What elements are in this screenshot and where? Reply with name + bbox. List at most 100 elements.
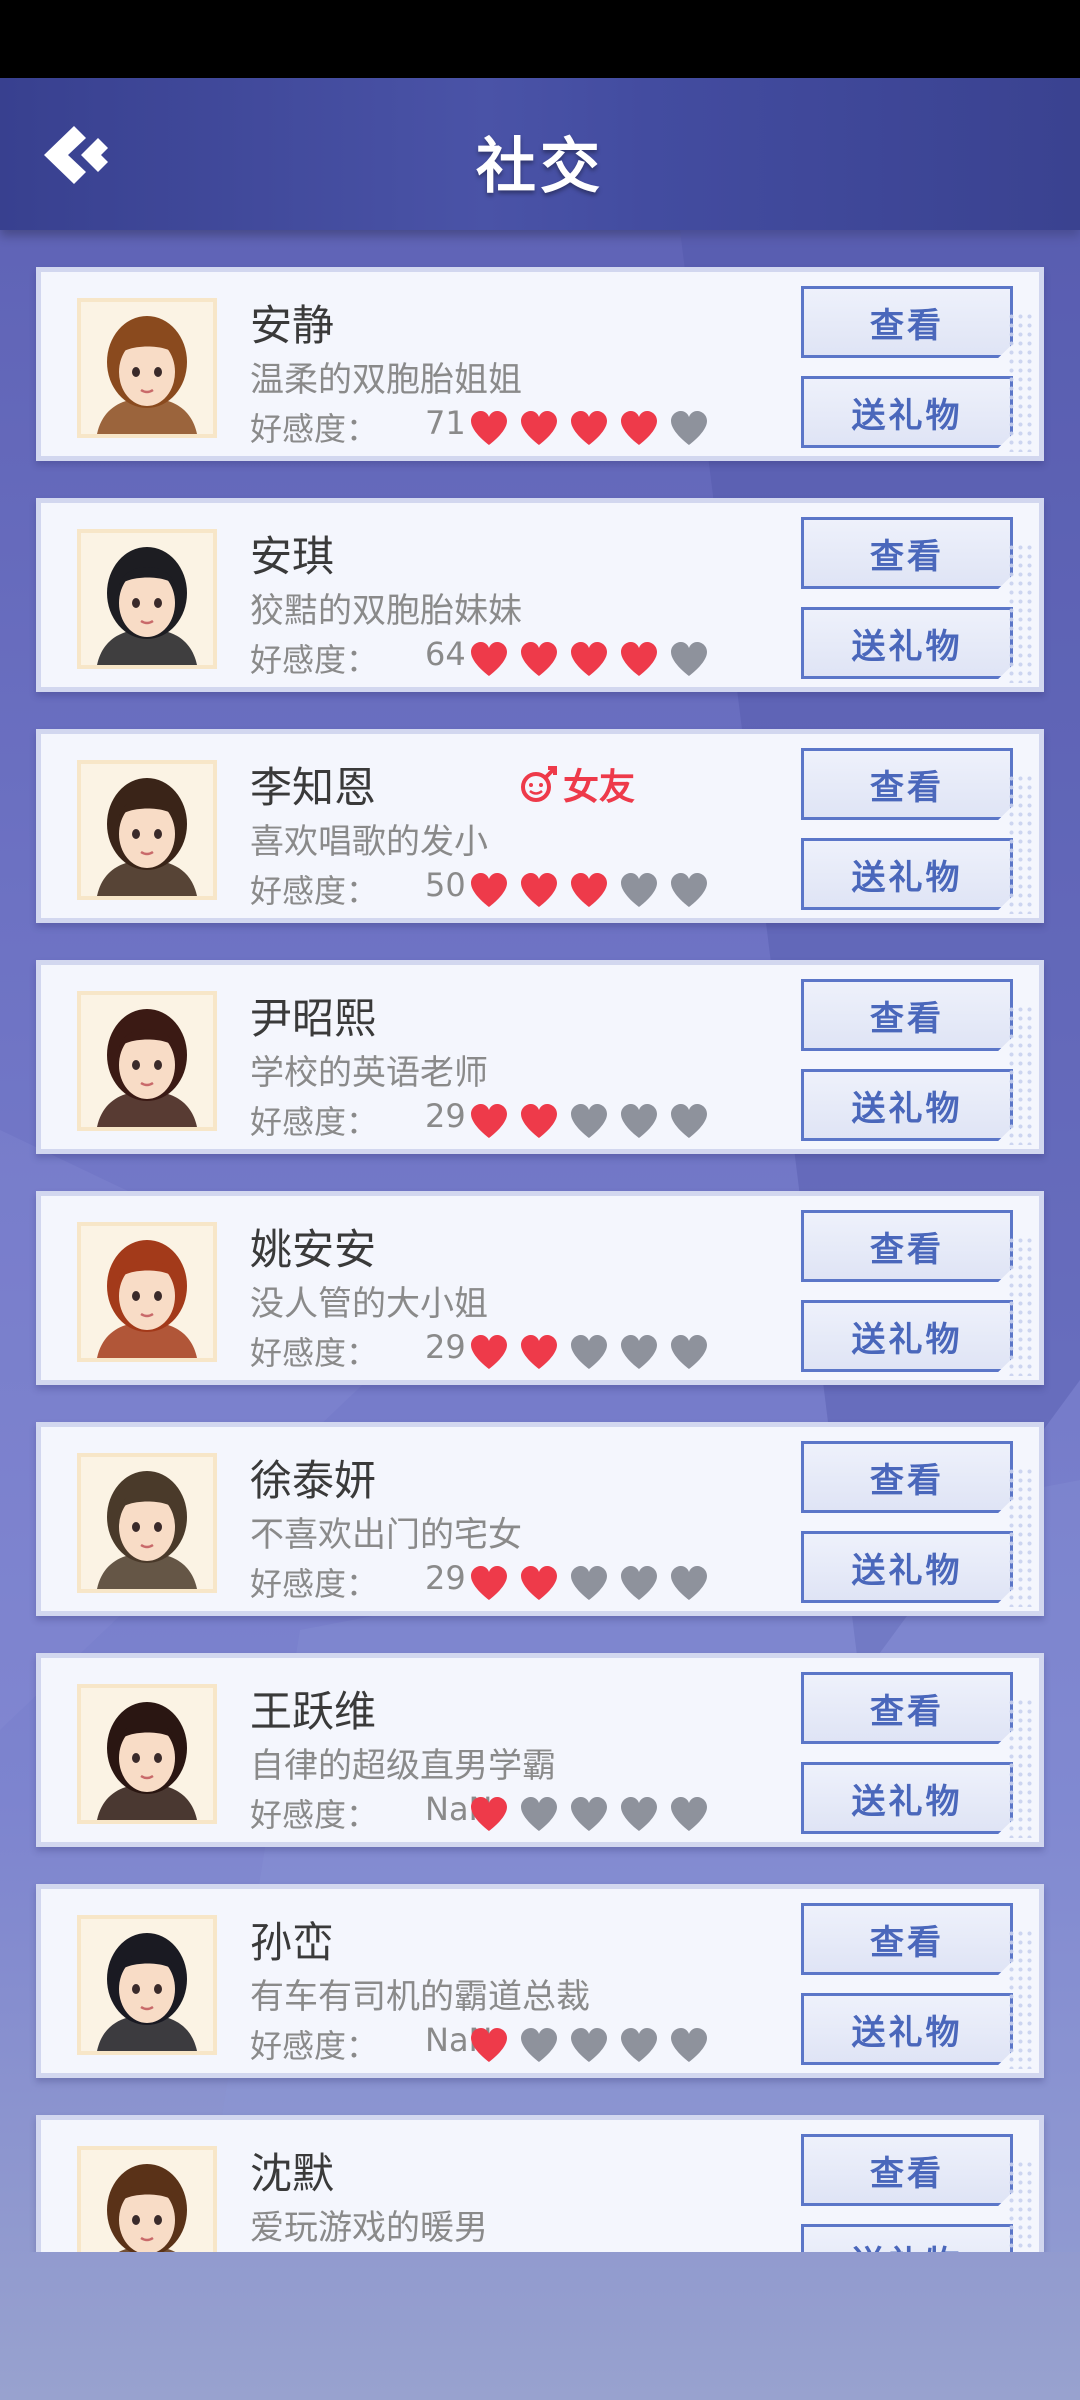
send-gift-button[interactable]: 送礼物 [801, 1762, 1013, 1834]
send-gift-button[interactable]: 送礼物 [801, 2224, 1013, 2252]
contact-name: 安琪 [250, 532, 335, 581]
heart-empty-icon [571, 1566, 607, 1600]
heart-empty-icon [671, 2028, 707, 2062]
heart-empty-icon [571, 1335, 607, 1369]
heart-filled-icon [471, 1566, 507, 1600]
girlfriend-symbol-icon [521, 766, 557, 802]
header-bar: 社交 [0, 78, 1080, 230]
heart-empty-icon [621, 2028, 657, 2062]
send-gift-button[interactable]: 送礼物 [801, 376, 1013, 448]
view-button[interactable]: 查看 [801, 1441, 1013, 1513]
affection-label: 好感度： [250, 410, 379, 448]
contact-card: 尹昭熙学校的英语老师 好感度： 29 查看送礼物 [36, 960, 1044, 1154]
girlfriend-badge: 女友 [519, 760, 635, 808]
contact-description: 学校的英语老师 [250, 1053, 488, 1093]
contact-name: 安静 [250, 301, 335, 350]
heart-filled-icon [621, 642, 657, 676]
avatar-portrait [81, 1688, 213, 1820]
affection-hearts [469, 1334, 739, 1374]
view-button[interactable]: 查看 [801, 517, 1013, 589]
avatar-portrait [81, 1919, 213, 2051]
avatar [77, 1222, 217, 1362]
heart-empty-icon [671, 1335, 707, 1369]
page-title: 社交 [476, 132, 604, 202]
heart-empty-icon [571, 2028, 607, 2062]
avatar-portrait [81, 302, 213, 434]
affection-hearts [469, 641, 739, 681]
contact-name: 孙峦 [250, 1918, 335, 1967]
heart-empty-icon [621, 1335, 657, 1369]
view-button[interactable]: 查看 [801, 1672, 1013, 1744]
affection-hearts [469, 1103, 739, 1143]
heart-filled-icon [521, 1104, 557, 1138]
card-dot-pattern [1007, 1236, 1033, 1376]
avatar [77, 1453, 217, 1593]
send-gift-button[interactable]: 送礼物 [801, 1069, 1013, 1141]
contact-card: 姚安安 没人管的大小姐 好感度： 29 查看 送礼物 [36, 1191, 1044, 1385]
status-bar [0, 0, 1080, 78]
contact-description: 有车有司机的霸道总裁 [250, 1977, 590, 2017]
view-button[interactable]: 查看 [801, 1210, 1013, 1282]
avatar [77, 991, 217, 1131]
contact-description: 不喜欢出门的宅女 [250, 1515, 522, 1555]
affection-hearts [469, 2027, 739, 2067]
avatar-portrait [81, 533, 213, 665]
affection-hearts [469, 1796, 739, 1836]
heart-empty-icon [521, 1797, 557, 1831]
contact-name: 李知恩 [250, 763, 377, 812]
contact-description: 狡黠的双胞胎妹妹 [250, 591, 522, 631]
contact-name: 沈默 [250, 2149, 335, 2198]
card-dot-pattern [1007, 543, 1033, 683]
send-gift-button[interactable]: 送礼物 [801, 838, 1013, 910]
affection-value: 29 [425, 1097, 466, 1135]
card-dot-pattern [1007, 312, 1033, 452]
heart-filled-icon [471, 642, 507, 676]
contact-card: 李知恩 女友 喜欢唱歌的发小 好感度： 50 查看 送礼物 [36, 729, 1044, 923]
heart-empty-icon [671, 873, 707, 907]
contact-name: 姚安安 [250, 1225, 377, 1274]
send-gift-button[interactable]: 送礼物 [801, 1300, 1013, 1372]
affection-label: 好感度： [250, 1103, 379, 1141]
heart-empty-icon [571, 1104, 607, 1138]
view-button[interactable]: 查看 [801, 286, 1013, 358]
heart-empty-icon [671, 1566, 707, 1600]
card-dot-pattern [1007, 1005, 1033, 1145]
view-button[interactable]: 查看 [801, 1903, 1013, 1975]
heart-filled-icon [571, 873, 607, 907]
heart-filled-icon [571, 411, 607, 445]
card-dot-pattern [1007, 1467, 1033, 1607]
heart-filled-icon [471, 873, 507, 907]
heart-filled-icon [521, 1566, 557, 1600]
avatar-portrait [81, 1457, 213, 1589]
contact-description: 爱玩游戏的暖男 [250, 2208, 488, 2248]
avatar [77, 298, 217, 438]
avatar-portrait [81, 764, 213, 896]
view-button[interactable]: 查看 [801, 748, 1013, 820]
contact-name: 王跃维 [250, 1687, 377, 1736]
view-button[interactable]: 查看 [801, 2134, 1013, 2206]
avatar-portrait [81, 2150, 213, 2252]
card-dot-pattern [1007, 1698, 1033, 1838]
contact-card: 安静 温柔的双胞胎姐姐 好感度： 71 查看 送礼物 [36, 267, 1044, 461]
heart-filled-icon [521, 873, 557, 907]
heart-empty-icon [621, 1566, 657, 1600]
send-gift-button[interactable]: 送礼物 [801, 1531, 1013, 1603]
affection-label: 好感度： [250, 2027, 379, 2065]
heart-filled-icon [471, 411, 507, 445]
view-button[interactable]: 查看 [801, 979, 1013, 1051]
affection-value: 64 [425, 635, 466, 673]
avatar-portrait [81, 995, 213, 1127]
avatar-portrait [81, 1226, 213, 1358]
heart-filled-icon [521, 411, 557, 445]
contact-card: 安琪狡黠的双胞胎妹妹 好感度： 64 查看送礼物 [36, 498, 1044, 692]
affection-label: 好感度： [250, 641, 379, 679]
contact-list[interactable]: 安静 温柔的双胞胎姐姐 好感度： 71 查看 送礼物 安琪 狡黠的双胞胎妹妹 好感度： 64 查看送… [0, 230, 1080, 2252]
girlfriend-badge-label: 女友 [563, 767, 636, 808]
send-gift-button[interactable]: 送礼物 [801, 607, 1013, 679]
heart-empty-icon [621, 1104, 657, 1138]
heart-filled-icon [521, 642, 557, 676]
heart-filled-icon [621, 411, 657, 445]
contact-description: 没人管的大小姐 [250, 1284, 488, 1324]
contact-name: 尹昭熙 [250, 994, 377, 1043]
send-gift-button[interactable]: 送礼物 [801, 1993, 1013, 2065]
